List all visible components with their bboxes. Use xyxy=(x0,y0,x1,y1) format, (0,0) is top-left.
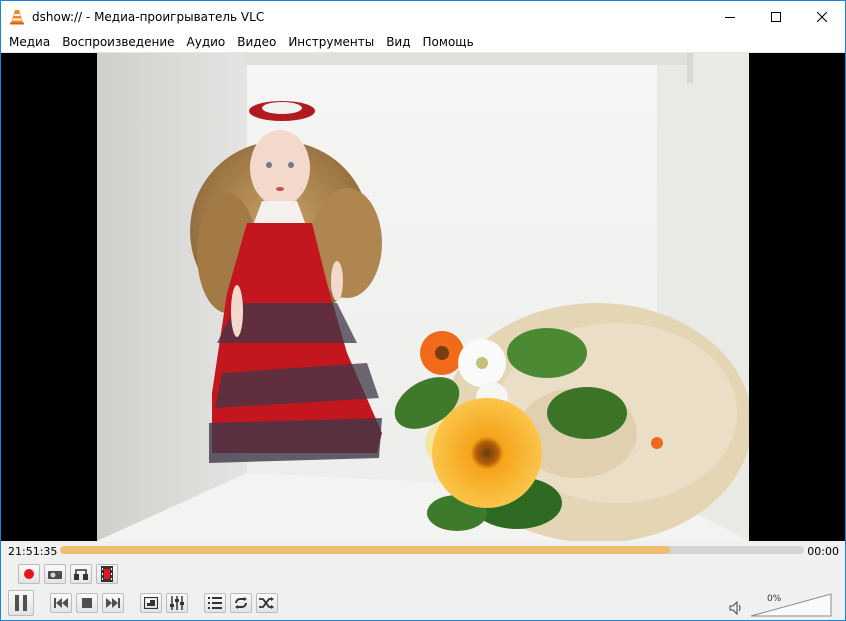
record-icon xyxy=(24,569,34,579)
snapshot-button[interactable] xyxy=(44,564,66,584)
record-button[interactable] xyxy=(18,564,40,584)
snapshot-icon xyxy=(48,571,62,579)
next-icon xyxy=(106,598,120,608)
video-area[interactable] xyxy=(1,53,845,541)
minimize-icon xyxy=(725,16,735,18)
menu-audio[interactable]: Аудио xyxy=(181,32,232,52)
extended-settings-button[interactable] xyxy=(166,593,188,613)
window-title: dshow:// - Медиа-проигрыватель VLC xyxy=(32,9,265,24)
title-bar[interactable]: dshow:// - Медиа-проигрыватель VLC xyxy=(1,1,845,32)
vlc-window: dshow:// - Медиа-проигрыватель VLC Медиа… xyxy=(0,0,846,621)
frame-step-button[interactable] xyxy=(96,564,118,584)
playlist-button[interactable] xyxy=(204,593,226,613)
menu-tools[interactable]: Инструменты xyxy=(282,32,380,52)
minimize-button[interactable] xyxy=(707,1,753,32)
loop-button[interactable] xyxy=(230,593,252,613)
shuffle-button[interactable] xyxy=(256,593,278,613)
previous-icon xyxy=(54,598,68,608)
menu-help[interactable]: Помощь xyxy=(417,32,480,52)
total-time[interactable]: 00:00 xyxy=(807,545,839,558)
loop-icon xyxy=(235,597,247,609)
video-frame-image xyxy=(97,53,749,541)
shuffle-icon xyxy=(259,597,274,609)
menu-video[interactable]: Видео xyxy=(231,32,282,52)
seek-row: 21:51:35 00:00 xyxy=(1,541,845,561)
menu-bar: Медиа Воспроизведение Аудио Видео Инстру… xyxy=(1,32,845,53)
speaker-icon[interactable] xyxy=(729,601,743,615)
pause-icon xyxy=(15,595,27,611)
fullscreen-button[interactable] xyxy=(140,593,162,613)
vlc-cone-icon xyxy=(10,9,24,24)
playlist-icon xyxy=(208,597,222,609)
volume-slider[interactable] xyxy=(750,593,832,617)
maximize-icon xyxy=(771,11,781,22)
extended-settings-icon xyxy=(170,596,184,610)
elapsed-time[interactable]: 21:51:35 xyxy=(8,545,57,558)
frame-step-icon xyxy=(101,566,113,582)
menu-media[interactable]: Медиа xyxy=(1,32,56,52)
seek-slider[interactable] xyxy=(60,546,804,554)
stop-button[interactable] xyxy=(76,593,98,613)
previous-button[interactable] xyxy=(50,593,72,613)
next-button[interactable] xyxy=(102,593,124,613)
menu-playback[interactable]: Воспроизведение xyxy=(56,32,180,52)
loop-ab-button[interactable] xyxy=(70,564,92,584)
seek-progress xyxy=(60,546,671,554)
maximize-button[interactable] xyxy=(753,1,799,32)
fullscreen-icon xyxy=(144,597,158,609)
pause-button[interactable] xyxy=(8,590,34,616)
close-button[interactable] xyxy=(799,1,845,32)
menu-view[interactable]: Вид xyxy=(380,32,416,52)
loop-ab-icon xyxy=(74,569,88,580)
close-icon xyxy=(817,11,827,22)
stop-icon xyxy=(82,598,92,608)
